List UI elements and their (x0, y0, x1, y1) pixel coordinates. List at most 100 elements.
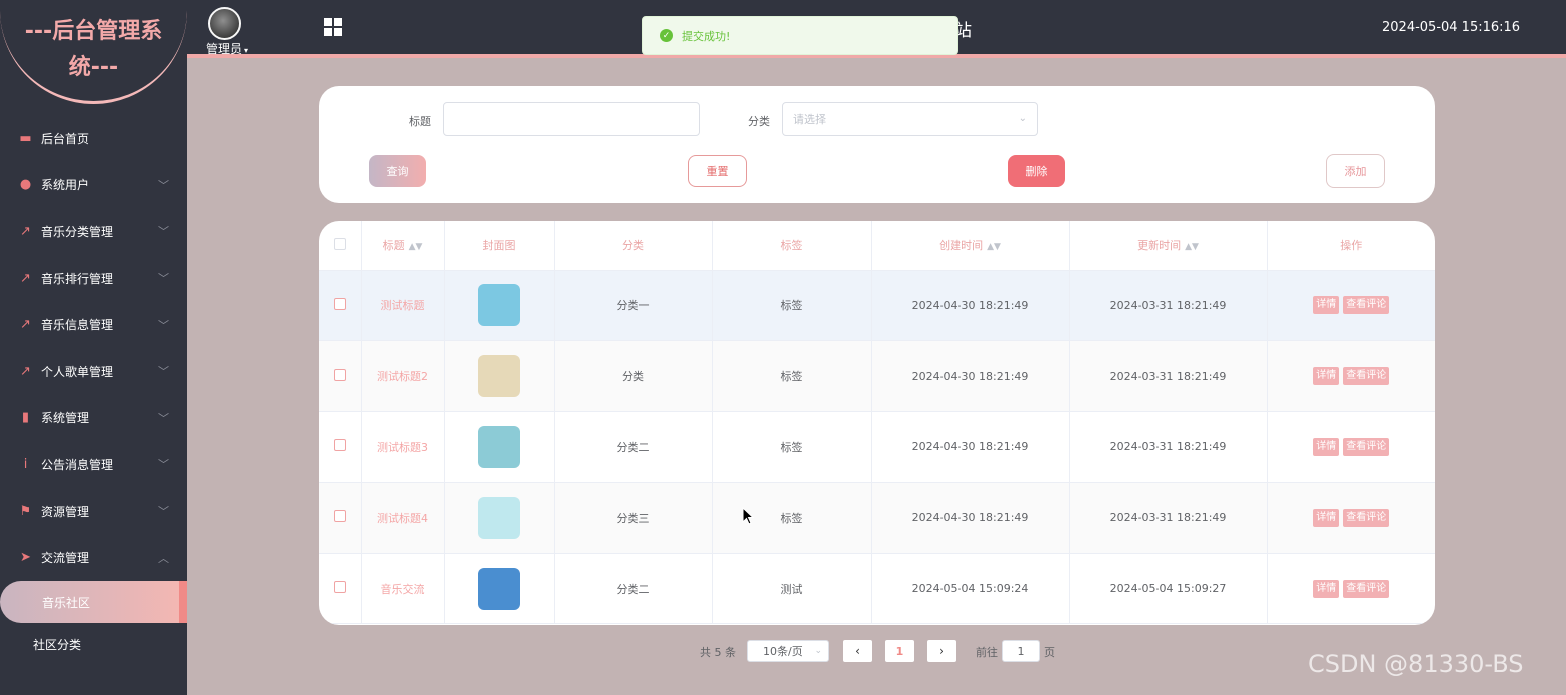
sidebar-item-0[interactable]: ▬ 后台首页 (0, 115, 187, 162)
row-checkbox[interactable] (333, 439, 346, 452)
sidebar-item-3[interactable]: ↗ 音乐排行管理 ﹀ (0, 255, 187, 302)
sidebar-item-9[interactable]: ➤ 交流管理 ︿ (0, 534, 187, 581)
chevron-down-icon: ﹀ (158, 225, 169, 239)
avatar[interactable] (208, 7, 241, 40)
view-comments-button[interactable]: 查看评论 (1343, 508, 1390, 527)
chart-icon: ↗ (20, 223, 31, 239)
header-label: 封面图 (482, 239, 516, 253)
sidebar-subitem-music-community[interactable]: 音乐社区 (0, 581, 187, 623)
view-comments-button[interactable]: 查看评论 (1343, 367, 1390, 386)
row-category: 分类 (622, 370, 644, 384)
add-button[interactable]: 添加 (1326, 154, 1385, 188)
created-cell: 2024-04-30 18:21:49 (871, 482, 1070, 554)
title-input[interactable] (443, 102, 700, 136)
row-updated: 2024-03-31 18:21:49 (1109, 298, 1227, 312)
created-cell: 2024-04-30 18:21:49 (871, 270, 1070, 342)
table-row[interactable]: 测试标题4 分类三 标签 2024-04-30 18:21:49 2024-03-31 … (319, 482, 1435, 554)
sidebar-item-7[interactable]: i 公告消息管理 ﹀ (0, 441, 187, 488)
next-page-button[interactable]: › (927, 640, 956, 662)
query-button[interactable]: 查询 (369, 155, 426, 187)
updated-cell: 2024-05-04 15:09:27 (1069, 553, 1268, 625)
sidebar-item-6[interactable]: ▮ 系统管理 ﹀ (0, 395, 187, 442)
row-checkbox[interactable] (333, 297, 346, 310)
sidebar-item-1[interactable]: ● 系统用户 ﹀ (0, 162, 187, 209)
sort-icon[interactable]: ▲▼ (987, 242, 1001, 252)
category-cell: 分类二 (554, 553, 713, 625)
row-checkbox[interactable] (333, 368, 346, 381)
title-cell: 测试标题3 (361, 411, 445, 483)
row-updated: 2024-03-31 18:21:49 (1109, 440, 1227, 454)
row-title: 音乐交流 (380, 582, 425, 596)
sidebar-item-label: 公告消息管理 (41, 457, 114, 472)
table-row[interactable]: 测试标题 分类一 标签 2024-04-30 18:21:49 2024-03-31 1… (319, 270, 1435, 342)
row-title: 测试标题2 (377, 370, 428, 384)
tag-cell: 测试 (712, 553, 872, 625)
sidebar-item-label: 音乐分类管理 (41, 224, 114, 239)
actions-cell: 详情 查看评论 (1267, 270, 1435, 342)
toast-text: 提交成功! (682, 29, 731, 43)
row-checkbox-cell[interactable] (319, 482, 362, 554)
row-checkbox-cell[interactable] (319, 270, 362, 342)
page-size-select[interactable]: 10条/页 ⌄ (747, 640, 829, 662)
sort-icon[interactable]: ▲▼ (1185, 242, 1199, 252)
row-title: 测试标题3 (377, 440, 428, 454)
detail-button[interactable]: 详情 (1313, 296, 1340, 315)
sidebar-item-4[interactable]: ↗ 音乐信息管理 ﹀ (0, 301, 187, 348)
sidebar-item-2[interactable]: ↗ 音乐分类管理 ﹀ (0, 208, 187, 255)
row-checkbox-cell[interactable] (319, 340, 362, 413)
detail-button[interactable]: 详情 (1313, 437, 1340, 456)
table-row[interactable]: 测试标题3 分类二 标签 2024-04-30 18:21:49 2024-03-31 … (319, 411, 1435, 483)
row-category: 分类二 (616, 440, 650, 454)
sidebar-item-label: 音乐排行管理 (41, 271, 114, 286)
detail-button[interactable]: 详情 (1313, 579, 1340, 598)
detail-button[interactable]: 详情 (1313, 508, 1340, 527)
cover-image (478, 425, 520, 468)
goto-page-input[interactable]: 1 (1002, 640, 1040, 662)
row-updated: 2024-03-31 18:21:49 (1109, 511, 1227, 525)
sidebar-subitem-community-category[interactable]: 社区分类 (0, 626, 187, 662)
cover-cell (444, 411, 555, 483)
tag-cell: 标签 (712, 482, 872, 554)
category-cell: 分类二 (554, 411, 713, 483)
detail-button[interactable]: 详情 (1313, 367, 1340, 386)
row-created: 2024-04-30 18:21:49 (911, 511, 1029, 525)
actions-cell: 详情 查看评论 (1267, 553, 1435, 625)
sidebar-item-5[interactable]: ↗ 个人歌单管理 ﹀ (0, 348, 187, 395)
page-number-current[interactable]: 1 (885, 640, 914, 662)
sidebar-item-label: 系统用户 (41, 178, 90, 193)
user-menu[interactable]: 管理员 ▾ (206, 40, 248, 57)
view-comments-button[interactable]: 查看评论 (1343, 579, 1390, 598)
reset-button[interactable]: 重置 (688, 155, 747, 187)
row-title: 测试标题4 (377, 511, 428, 525)
chevron-down-icon: ﹀ (158, 272, 169, 286)
goto-prefix: 前往 (976, 646, 998, 659)
sidebar-item-8[interactable]: ⚑ 资源管理 ﹀ (0, 488, 187, 535)
grid-menu-icon[interactable] (324, 18, 342, 36)
header-label: 创建时间 (939, 239, 984, 253)
prev-page-button[interactable]: ‹ (843, 640, 872, 662)
select-all-checkbox[interactable] (333, 237, 346, 250)
view-comments-button[interactable]: 查看评论 (1343, 296, 1390, 315)
view-comments-button[interactable]: 查看评论 (1343, 437, 1390, 456)
category-select[interactable]: 请选择 ⌄ (782, 102, 1038, 136)
row-checkbox[interactable] (333, 510, 346, 523)
header-updated[interactable]: 更新时间 ▲▼ (1069, 221, 1268, 271)
success-toast: ✓ 提交成功! (642, 16, 958, 55)
updated-cell: 2024-03-31 18:21:49 (1069, 482, 1268, 554)
row-checkbox-cell[interactable] (319, 411, 362, 483)
header-tag: 标签 (712, 221, 872, 271)
row-checkbox-cell[interactable] (319, 553, 362, 625)
delete-button[interactable]: 删除 (1008, 155, 1065, 187)
select-all-cell[interactable] (319, 221, 362, 271)
header-title[interactable]: 标题 ▲▼ (361, 221, 445, 271)
header-created[interactable]: 创建时间 ▲▼ (871, 221, 1070, 271)
row-created: 2024-05-04 15:09:24 (911, 582, 1029, 596)
row-category: 分类二 (616, 582, 650, 596)
sort-icon[interactable]: ▲▼ (409, 242, 423, 252)
chevron-down-icon: ﹀ (158, 178, 169, 192)
title-cell: 测试标题 (361, 270, 445, 342)
row-checkbox[interactable] (333, 581, 346, 594)
table-row[interactable]: 音乐交流 分类二 测试 2024-05-04 15:09:24 2024-05-04 1… (319, 553, 1435, 625)
updated-cell: 2024-03-31 18:21:49 (1069, 340, 1268, 413)
table-row[interactable]: 测试标题2 分类 标签 2024-04-30 18:21:49 2024-03-31 1… (319, 340, 1435, 413)
